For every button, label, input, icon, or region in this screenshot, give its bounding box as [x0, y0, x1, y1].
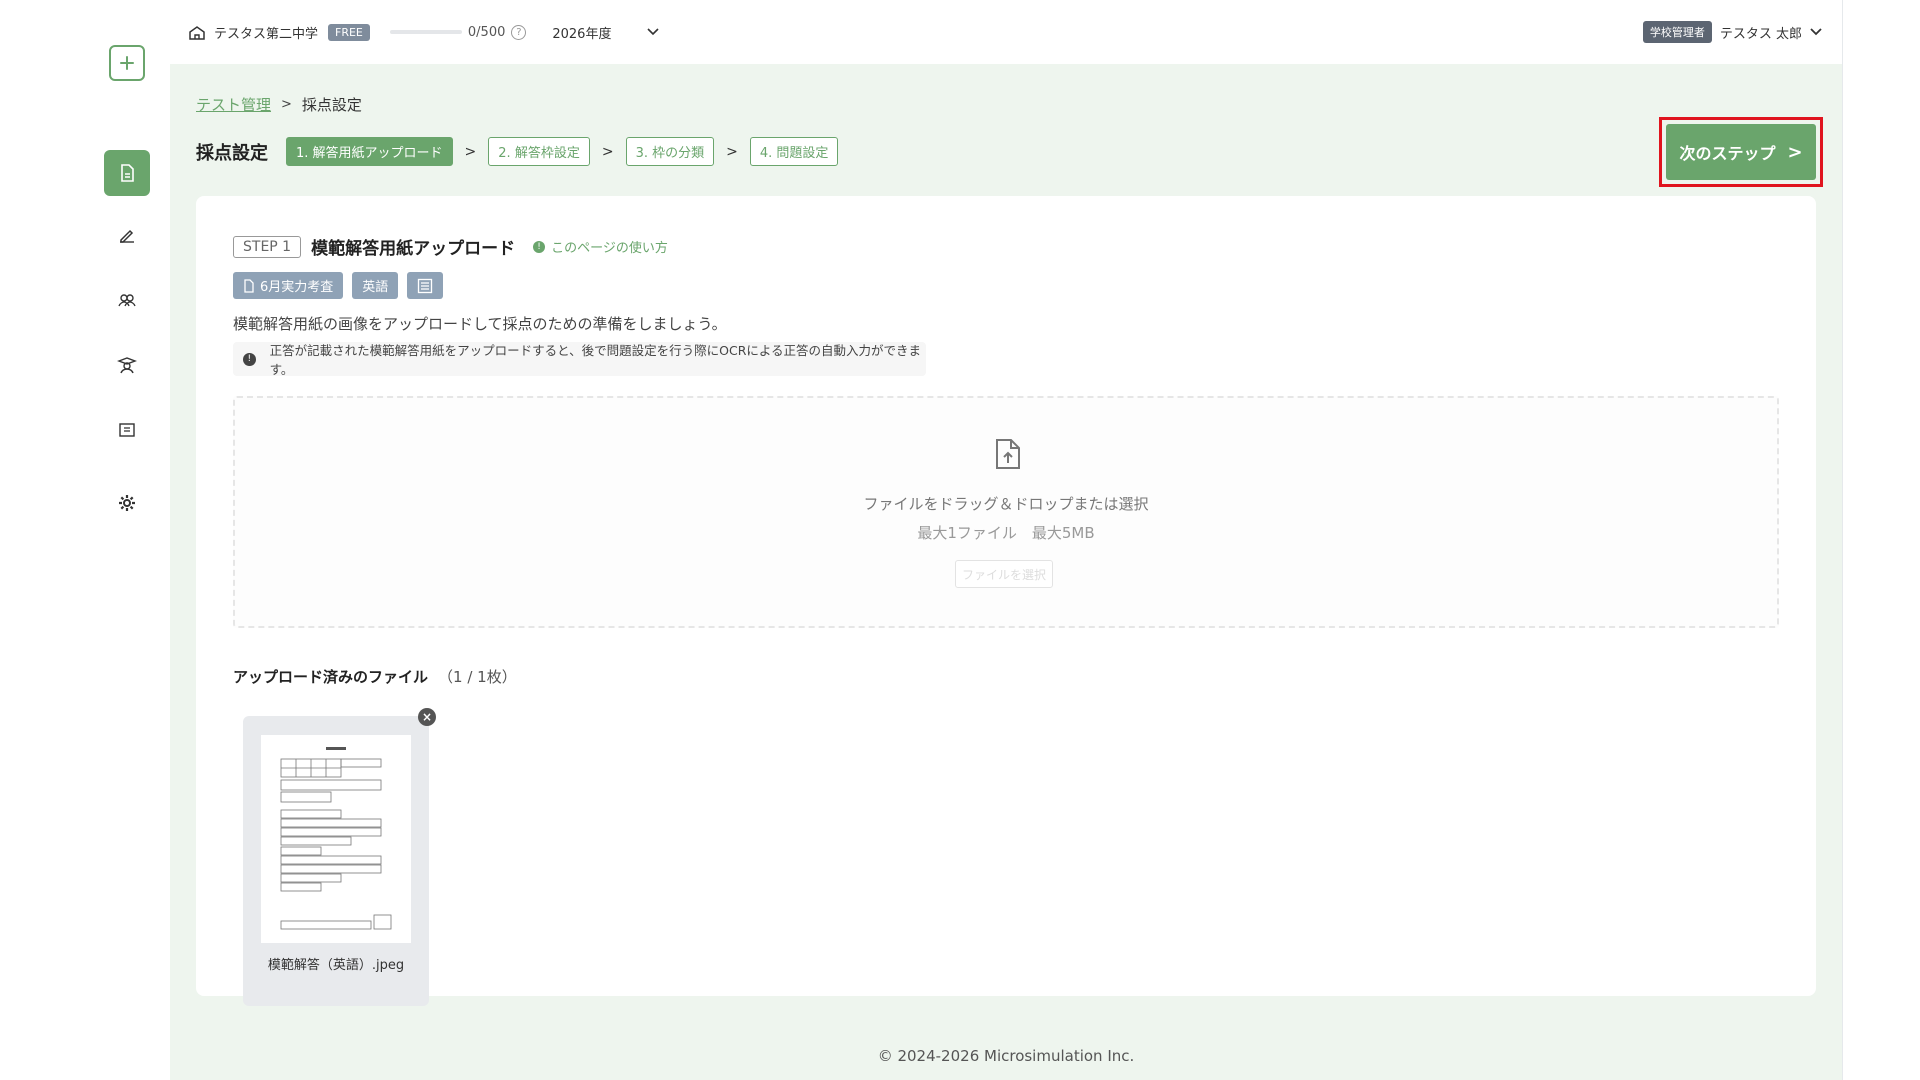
sidebar-item-students[interactable] [104, 345, 150, 385]
add-button[interactable] [109, 45, 145, 81]
list-icon [418, 278, 433, 293]
document-icon [121, 164, 134, 182]
step-pill: STEP 1 [233, 235, 302, 258]
answer-sheet-chip[interactable] [407, 272, 444, 299]
chevron-right-icon: > [1787, 141, 1803, 163]
plus-icon [120, 56, 134, 70]
select-file-button[interactable]: ファイルを選択 [955, 560, 1053, 588]
sidebar-item-grading[interactable] [104, 215, 150, 255]
test-chips: 6月実力考査 英語 [233, 272, 452, 299]
topbar: テスタス第二中学 FREE 0/500 ? 2026年度 学校管理者 テスタス … [170, 0, 1842, 64]
group-icon [118, 294, 136, 307]
upload-card: STEP 1 模範解答用紙アップロード ! このページの使い方 6月実力考査 英… [196, 196, 1816, 1006]
step-2[interactable]: 2. 解答枠設定 [488, 137, 590, 166]
card-title: 模範解答用紙アップロード [311, 239, 516, 259]
sidebar-item-materials[interactable] [104, 410, 150, 450]
next-step-highlight: 次のステップ > [1659, 117, 1823, 187]
ocr-notice: ! 正答が記載された模範解答用紙をアップロードすると、後で問題設定を行う際にOC… [233, 342, 926, 377]
howto-label: このページの使い方 [551, 241, 668, 256]
gear-icon [119, 495, 135, 511]
quota-text: 0/500 [467, 24, 506, 40]
answer-sheet-preview [280, 747, 392, 930]
step-1[interactable]: 1. 解答用紙アップロード [286, 137, 453, 166]
test-name: 6月実力考査 [260, 280, 334, 295]
school-icon [189, 26, 205, 40]
sidebar [0, 0, 170, 1080]
file-upload-icon [996, 439, 1020, 469]
subject-chip: 英語 [352, 272, 399, 299]
year-selector[interactable]: 2026年度 [552, 23, 611, 42]
chevron-down-icon[interactable] [647, 28, 660, 36]
dropzone-main-text: ファイルをドラッグ＆ドロップまたは選択 [863, 495, 1149, 513]
role-badge: 学校管理者 [1642, 21, 1712, 43]
sidebar-item-classes[interactable] [104, 280, 150, 320]
right-edge [1842, 0, 1920, 1080]
plan-badge: FREE [328, 23, 370, 41]
school-selector[interactable]: テスタス第二中学 FREE [188, 23, 370, 42]
file-dropzone[interactable]: ファイルをドラッグ＆ドロップまたは選択 最大1ファイル 最大5MB ファイルを選… [233, 396, 1779, 628]
help-icon[interactable]: ? [511, 24, 527, 40]
breadcrumb-separator: > [281, 97, 292, 112]
document-icon [244, 278, 254, 293]
test-name-chip: 6月実力考査 [233, 272, 344, 299]
student-icon [117, 357, 137, 374]
chevron-down-icon[interactable] [1810, 28, 1822, 36]
step-arrow: > [601, 143, 614, 160]
step-arrow: > [726, 143, 738, 160]
book-icon [119, 423, 135, 437]
info-icon: ! [243, 352, 256, 366]
dropzone-limits: 最大1ファイル 最大5MB [917, 524, 1095, 542]
sidebar-item-tests[interactable] [104, 150, 150, 196]
uploaded-title-label: アップロード済みのファイル [233, 668, 429, 686]
howto-link[interactable]: ! このページの使い方 [533, 237, 668, 256]
uploaded-file-card[interactable]: 模範解答（英語）.jpeg [243, 716, 429, 1006]
card-description: 模範解答用紙の画像をアップロードして採点のための準備をしましょう。 [233, 315, 727, 333]
notice-text: 正答が記載された模範解答用紙をアップロードすると、後で問題設定を行う際にOCRに… [269, 343, 922, 377]
next-step-label: 次のステップ [1679, 144, 1776, 163]
footer-copyright: © 2024-2026 Microsimulation Inc. [877, 1047, 1135, 1065]
sidebar-item-settings[interactable] [104, 483, 150, 523]
next-step-button[interactable]: 次のステップ > [1666, 124, 1816, 180]
step-navigator: 採点設定 1. 解答用紙アップロード > 2. 解答枠設定 > 3. 枠の分類 … [196, 137, 839, 166]
step-arrow: > [464, 143, 477, 160]
page-title: 採点設定 [196, 142, 268, 164]
step-3[interactable]: 3. 枠の分類 [625, 137, 715, 166]
breadcrumb-test-management[interactable]: テスト管理 [196, 94, 271, 115]
remove-file-button[interactable]: × [418, 708, 436, 726]
answer-sheet-thumbnail [261, 735, 411, 943]
school-name: テスタス第二中学 [214, 26, 319, 42]
uploaded-files-title: アップロード済みのファイル （1 / 1枚） [233, 666, 517, 687]
info-icon: ! [533, 240, 546, 253]
pen-icon [120, 229, 134, 243]
uploaded-file-name: 模範解答（英語）.jpeg [267, 958, 405, 973]
breadcrumb: テスト管理 > 採点設定 [196, 94, 362, 115]
step-4[interactable]: 4. 問題設定 [749, 137, 839, 166]
quota-progress-bar [389, 30, 462, 34]
user-menu[interactable]: 学校管理者 テスタス 太郎 [1642, 0, 1822, 64]
uploaded-count: （1 / 1枚） [438, 668, 517, 686]
main-content: テスト管理 > 採点設定 採点設定 1. 解答用紙アップロード > 2. 解答枠… [170, 64, 1842, 1080]
breadcrumb-current: 採点設定 [301, 96, 362, 114]
card-header: STEP 1 模範解答用紙アップロード ! このページの使い方 [233, 234, 668, 259]
user-name: テスタス 太郎 [1719, 26, 1802, 42]
